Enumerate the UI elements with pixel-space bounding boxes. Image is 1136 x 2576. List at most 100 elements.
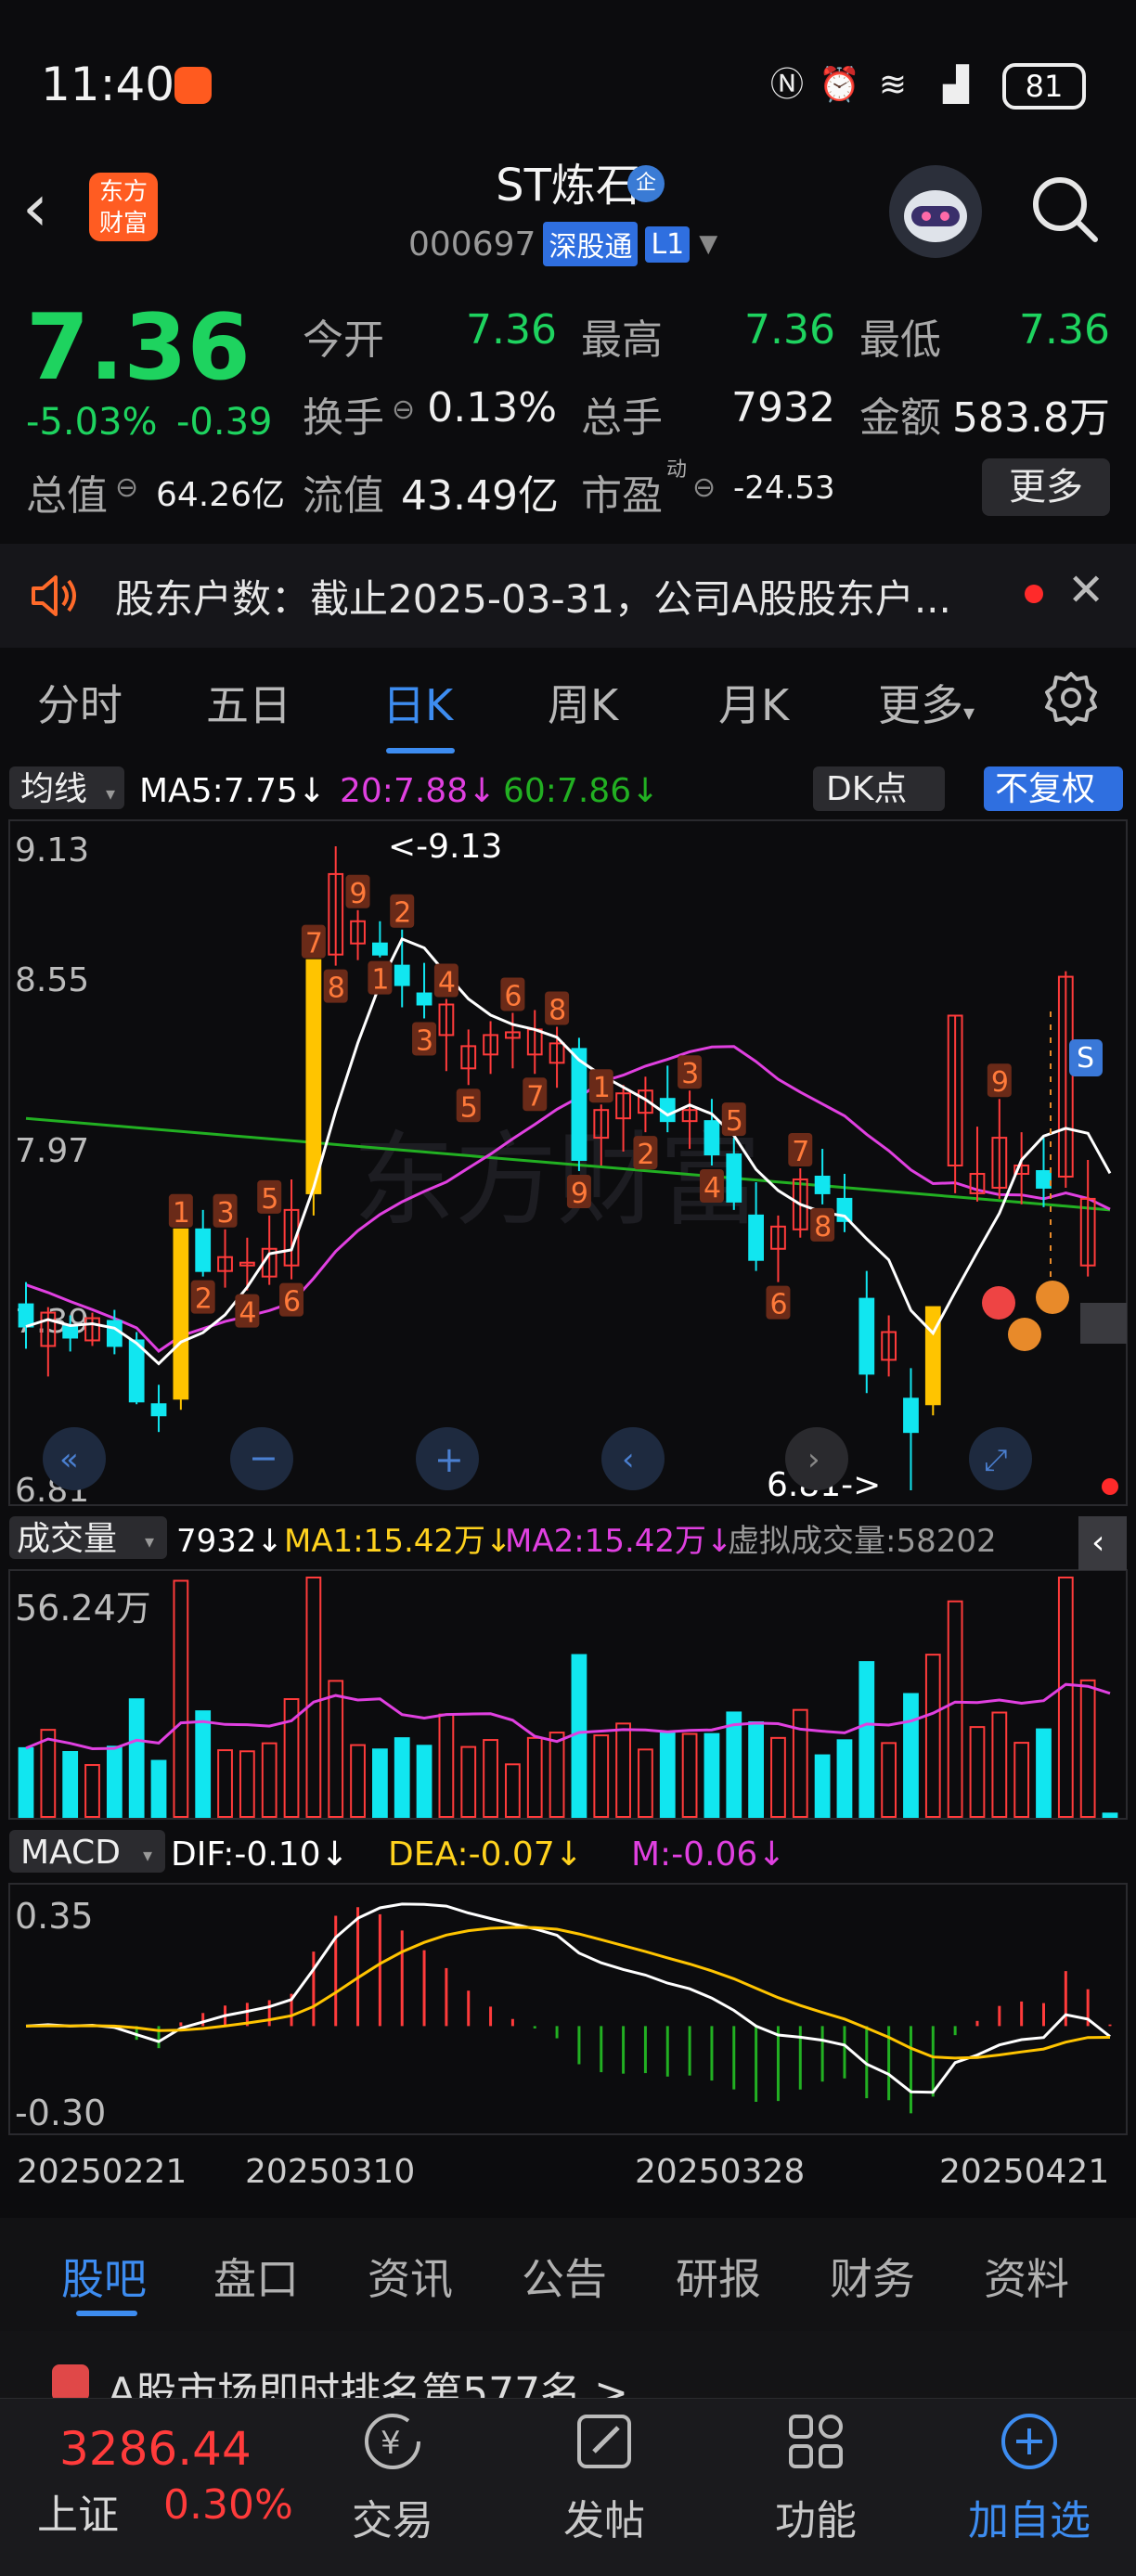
caret-down-icon: ▾ [145, 1530, 154, 1552]
plus-circle-icon [997, 2409, 1062, 2474]
td-number: 5 [460, 1091, 478, 1124]
volume-ma1: MA1:15.42万↓ [284, 1523, 512, 1560]
index-value[interactable]: 3286.44 [59, 2422, 252, 2476]
volume-bar [593, 1734, 610, 1819]
ma5-value: MA5:7.75↓ [139, 772, 326, 810]
tab-week-k[interactable]: 周K [548, 672, 618, 733]
search-icon[interactable] [1028, 173, 1103, 247]
volume-bars-group [18, 1577, 1118, 1819]
tab-profile[interactable]: 资料 [984, 2246, 1069, 2307]
volume-bar [106, 1745, 123, 1818]
more-button[interactable]: 更多 [982, 458, 1110, 516]
notice-text[interactable]: 股东户数：截止2025-03-31，公司A股股东户... [115, 568, 951, 625]
tab-news[interactable]: 资讯 [368, 2246, 453, 2307]
tab-five-day[interactable]: 五日 [206, 672, 291, 733]
td-number: 6 [504, 980, 522, 1012]
tab-finance[interactable]: 财务 [830, 2246, 915, 2307]
live-dot [1102, 1478, 1118, 1495]
b-signal-badge[interactable] [982, 1286, 1015, 1320]
date-tick: 20250310 [245, 2153, 415, 2191]
close-icon[interactable]: ✕ [1067, 564, 1104, 616]
svg-text:¥: ¥ [381, 2425, 401, 2462]
tab-day-k[interactable]: 日K [382, 672, 453, 733]
tab-intraday[interactable]: 分时 [37, 672, 123, 733]
nav-post[interactable]: 发帖 [535, 2409, 674, 2546]
ranking-icon [52, 2364, 89, 2402]
tab-guba[interactable]: 股吧 [61, 2246, 147, 2307]
active-tab-indicator [76, 2311, 137, 2316]
tab-orderbook[interactable]: 盘口 [213, 2246, 299, 2307]
grid-icon [783, 2409, 848, 2474]
volume-bar [549, 1732, 565, 1818]
volume-bar [792, 1708, 808, 1818]
plus-icon: + [434, 1439, 464, 1480]
t-signal-badge[interactable] [1036, 1281, 1069, 1314]
open-label: 今开 [303, 316, 384, 364]
assistant-robot-icon[interactable] [889, 165, 982, 258]
volume-bar [40, 1729, 57, 1819]
volume-bar [748, 1720, 765, 1818]
tab-research[interactable]: 研报 [676, 2246, 761, 2307]
info-icon[interactable]: ⊖ [115, 471, 138, 504]
td-number: 5 [261, 1183, 278, 1216]
td-number: 4 [704, 1172, 721, 1204]
current-price: 7.36 [26, 295, 251, 401]
index-change[interactable]: 0.30% [163, 2481, 293, 2529]
tab-month-k[interactable]: 月K [718, 672, 789, 733]
volume-bar [681, 1732, 698, 1818]
pe-superscript: 动 [666, 458, 688, 482]
chevron-down-icon: ▼ [699, 230, 718, 258]
volume-bar [991, 1711, 1008, 1818]
stock-code: 000697 [408, 225, 536, 264]
td-number: 9 [991, 1066, 1009, 1099]
stock-code-row[interactable]: 000697 深股通 L1 ▼ [408, 221, 717, 267]
td-number: 2 [394, 897, 411, 930]
td-number: 7 [526, 1080, 544, 1113]
notification-app-icon [174, 67, 212, 104]
wifi-icon: ≋ [878, 66, 908, 104]
volume-bar [903, 1693, 919, 1819]
unread-dot [1025, 585, 1043, 603]
info-icon[interactable]: ⊖ [392, 393, 415, 426]
nav-add-watchlist[interactable]: 加自选 [960, 2409, 1099, 2546]
macd-top-tick: 0.35 [15, 1896, 94, 1937]
nav-trade[interactable]: ¥ 交易 [323, 2409, 462, 2546]
gear-icon[interactable] [1043, 670, 1099, 726]
macd-histogram-group [46, 1907, 1112, 2114]
candle-body [1036, 1169, 1052, 1189]
amount-value: 583.8万 [952, 394, 1110, 442]
volume-bar [394, 1737, 410, 1819]
info-icon[interactable]: ⊖ [692, 471, 716, 504]
td-number: 4 [438, 967, 456, 999]
change-percent: -5.03% [26, 401, 158, 444]
tab-announcements[interactable]: 公告 [522, 2246, 607, 2307]
nav-trade-label: 交易 [352, 2497, 433, 2544]
m-value: M:-0.06↓ [631, 1835, 786, 1874]
td-number: 6 [283, 1286, 301, 1319]
candle-body [814, 1175, 831, 1194]
volume-bar [1013, 1742, 1030, 1818]
index-name[interactable]: 上证 [37, 2481, 119, 2541]
t-signal-badge[interactable] [1008, 1318, 1041, 1351]
candle-body [128, 1339, 145, 1403]
status-time: 11:40 [41, 58, 175, 111]
kline-chart[interactable]: 均线 ▾ MA5:7.75↓ 20:7.88↓ 60:7.86↓ DK点 不复权… [0, 759, 1136, 2216]
volume-bar [371, 1748, 388, 1819]
volume-bar [704, 1732, 720, 1819]
volume-bar [438, 1713, 455, 1818]
volume-label: 总手 [581, 394, 663, 442]
candle-body [903, 1397, 919, 1434]
enterprise-badge: 企 [627, 165, 665, 202]
dk-label: DK点 [826, 770, 907, 808]
alarm-icon: ⏰ [819, 66, 860, 104]
no-adjust-label: 不复权 [995, 770, 1095, 808]
volume-bar [173, 1579, 189, 1818]
tab-more[interactable]: 更多▾ [878, 672, 975, 733]
nav-functions[interactable]: 功能 [746, 2409, 885, 2546]
volume-bar [615, 1722, 631, 1818]
double-left-icon: « [59, 1441, 79, 1478]
volume-bar [858, 1661, 875, 1819]
td-number: 1 [593, 1072, 611, 1104]
float-value: 43.49亿 [401, 472, 559, 520]
candle-body [62, 1325, 79, 1339]
